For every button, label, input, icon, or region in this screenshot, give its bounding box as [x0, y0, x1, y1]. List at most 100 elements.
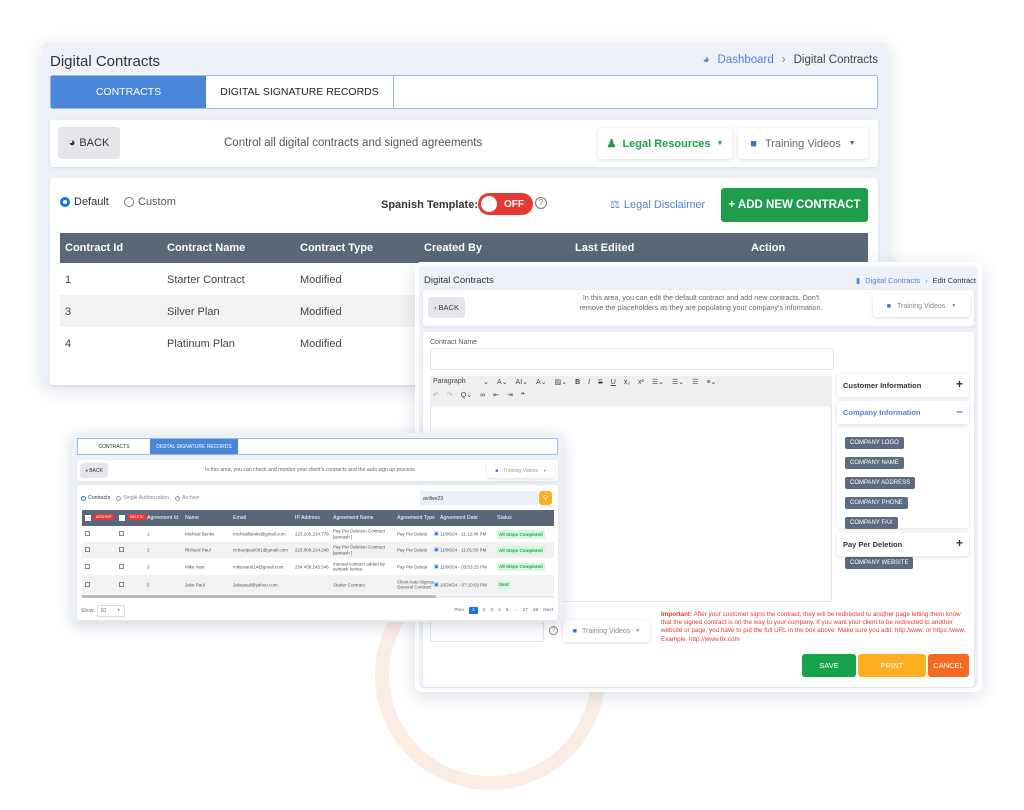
back-button[interactable]: ◕ BACK	[58, 127, 120, 159]
video-icon: ■	[886, 302, 891, 310]
bullet-list-icon[interactable]: ☰⌄	[652, 378, 664, 386]
font-color-icon[interactable]: A⌄	[536, 378, 547, 386]
radio-custom[interactable]: Custom	[124, 196, 176, 208]
placeholder-tag[interactable]: COMPANY WEBSITE	[845, 557, 914, 569]
link-icon[interactable]: ∞	[480, 392, 485, 399]
pay-per-deletion-accordion[interactable]: Pay Per Deletion +	[837, 533, 969, 556]
radio-single-authorization[interactable]: Single Authorization	[116, 495, 169, 501]
row-checkbox[interactable]	[119, 581, 124, 587]
row-checkbox[interactable]	[119, 531, 124, 536]
cell-contract-name: Starter Contract	[167, 274, 245, 286]
records-search-input[interactable]: avilive23	[420, 491, 538, 505]
cancel-button[interactable]: CANCEL	[928, 654, 969, 677]
scrollbar-thumb[interactable]	[82, 595, 436, 598]
archive-button[interactable]: ARCHIVE	[94, 514, 114, 520]
page-prev[interactable]: Prev	[454, 608, 464, 613]
redirect-url-input[interactable]	[430, 620, 544, 642]
bottom-training-videos-dropdown[interactable]: ■ Training Videos ▼	[563, 620, 650, 642]
video-icon: ■	[495, 467, 499, 474]
back-icon: ◕	[68, 137, 76, 149]
radio-unchecked-icon	[175, 495, 181, 501]
spanish-template-toggle[interactable]: OFF	[478, 193, 533, 215]
font-family-icon[interactable]: A⌄	[497, 378, 508, 386]
table-row[interactable]: 3 Mike Ivan mikeivan014@gmail.com 254.458.2…	[82, 558, 554, 575]
tab-contracts[interactable]: CONTRACTS	[78, 439, 150, 454]
page-4[interactable]: 4	[498, 608, 501, 613]
row-checkbox[interactable]	[85, 531, 90, 536]
numbered-list-icon[interactable]: ☰⌄	[672, 378, 684, 386]
row-checkbox[interactable]	[85, 547, 90, 552]
highlight-icon[interactable]: ▨⌄	[555, 378, 567, 386]
placeholder-tag[interactable]: COMPANY PHONE	[845, 497, 908, 509]
indent-icon[interactable]: ⇥	[507, 391, 513, 399]
help-icon[interactable]: ?	[535, 197, 547, 209]
horizontal-scrollbar[interactable]	[82, 595, 554, 598]
page-2[interactable]: 2	[483, 608, 486, 613]
breadcrumb-digital-contracts[interactable]: Digital Contracts	[865, 276, 920, 285]
page-size-select[interactable]: 10 ▼	[96, 605, 125, 617]
page-27[interactable]: 27	[522, 608, 527, 613]
page-28[interactable]: 28	[533, 608, 538, 613]
table-row[interactable]: 1 Micheal Benks michealbenks@gmail.com 223.…	[82, 526, 554, 542]
dashboard-icon: ◕	[702, 54, 710, 66]
search-button[interactable]: ⚲	[539, 491, 552, 505]
page-next[interactable]: Next	[543, 608, 553, 613]
placeholder-tag[interactable]: COMPANY FAX	[845, 517, 898, 529]
row-checkbox[interactable]	[119, 563, 124, 569]
paragraph-select[interactable]: Paragraph ⌄	[433, 378, 489, 386]
quote-icon[interactable]: ❝	[521, 391, 525, 399]
bold-icon[interactable]: B	[575, 379, 580, 386]
underline-icon[interactable]: U	[611, 379, 616, 386]
training-videos-dropdown[interactable]: ■ Training Videos ▼	[738, 128, 868, 159]
font-size-icon[interactable]: AI⌄	[516, 378, 528, 386]
tab-digital-signature-records[interactable]: DIGITAL SIGNATURE RECORDS	[206, 76, 394, 108]
add-new-contract-button[interactable]: + ADD NEW CONTRACT	[721, 188, 868, 222]
records-back-button[interactable]: ◕ BACK	[80, 463, 108, 478]
customer-information-accordion[interactable]: Customer Information +	[837, 374, 969, 397]
subscript-icon[interactable]: x₂	[624, 379, 630, 386]
edit-training-videos-dropdown[interactable]: ■ Training Videos ▼	[873, 295, 970, 317]
italic-icon[interactable]: I	[588, 379, 590, 386]
edit-back-button[interactable]: ‹ BACK	[428, 297, 465, 318]
page-3[interactable]: 3	[490, 608, 493, 613]
page-5[interactable]: 5	[506, 608, 509, 613]
radio-default[interactable]: Default	[60, 196, 109, 208]
align-icon[interactable]: ≡⌄	[706, 378, 716, 386]
records-training-videos-dropdown[interactable]: ■ Training Videos ▼	[487, 463, 555, 478]
company-information-accordion[interactable]: Company Information –	[837, 401, 969, 424]
select-all-checkbox-2[interactable]	[119, 515, 125, 521]
legal-disclaimer-link[interactable]: ⚖ Legal Disclaimer	[610, 198, 705, 212]
undo-icon[interactable]: ↶	[433, 391, 439, 399]
select-all-checkbox[interactable]	[85, 515, 91, 521]
breadcrumb-dashboard[interactable]: Dashboard	[718, 54, 774, 66]
row-checkbox[interactable]	[85, 581, 90, 587]
page-1[interactable]: 1	[469, 607, 478, 614]
table-row[interactable]: 2 Richard Paul richardpaul001@gmail.com 223…	[82, 542, 554, 558]
find-icon[interactable]: Q⌄	[461, 391, 472, 399]
col-agreement-id: Agreement Id	[147, 515, 179, 521]
chevron-right-icon: ›	[781, 54, 786, 66]
todo-list-icon[interactable]: ☰	[692, 378, 698, 386]
legal-resources-dropdown[interactable]: ♟ Legal Resources ▼	[598, 128, 732, 159]
contract-name-input[interactable]	[430, 348, 834, 370]
strikethrough-icon[interactable]: S	[598, 379, 603, 386]
radio-archive[interactable]: Archive	[175, 495, 199, 501]
col-agreement-type: Agreement Type	[397, 515, 435, 521]
placeholder-tag[interactable]: COMPANY LOGO	[845, 437, 904, 449]
row-checkbox[interactable]	[85, 563, 90, 569]
placeholder-tag[interactable]: COMPANY NAME	[845, 457, 904, 469]
save-button[interactable]: SAVE	[802, 654, 856, 677]
delete-button[interactable]: DELETE	[128, 514, 146, 520]
help-icon[interactable]: ?	[549, 626, 558, 635]
table-row[interactable]: 5 Jake Paul Jakepaul@yahoo.com Starter Cont…	[82, 575, 554, 594]
redo-icon[interactable]: ↷	[447, 391, 453, 399]
superscript-icon[interactable]: x²	[638, 379, 644, 386]
outdent-icon[interactable]: ⇤	[493, 391, 499, 399]
calendar-icon: ▣	[434, 531, 439, 537]
row-checkbox[interactable]	[119, 547, 124, 552]
tab-contracts[interactable]: CONTRACTS	[51, 76, 206, 108]
placeholder-tag[interactable]: COMPANY ADDRESS	[845, 477, 916, 489]
print-button[interactable]: PRINT	[858, 654, 926, 677]
tab-digital-signature-records[interactable]: DIGITAL SIGNATURE RECORDS	[150, 439, 238, 454]
radio-contracts[interactable]: Contracts	[81, 495, 110, 501]
